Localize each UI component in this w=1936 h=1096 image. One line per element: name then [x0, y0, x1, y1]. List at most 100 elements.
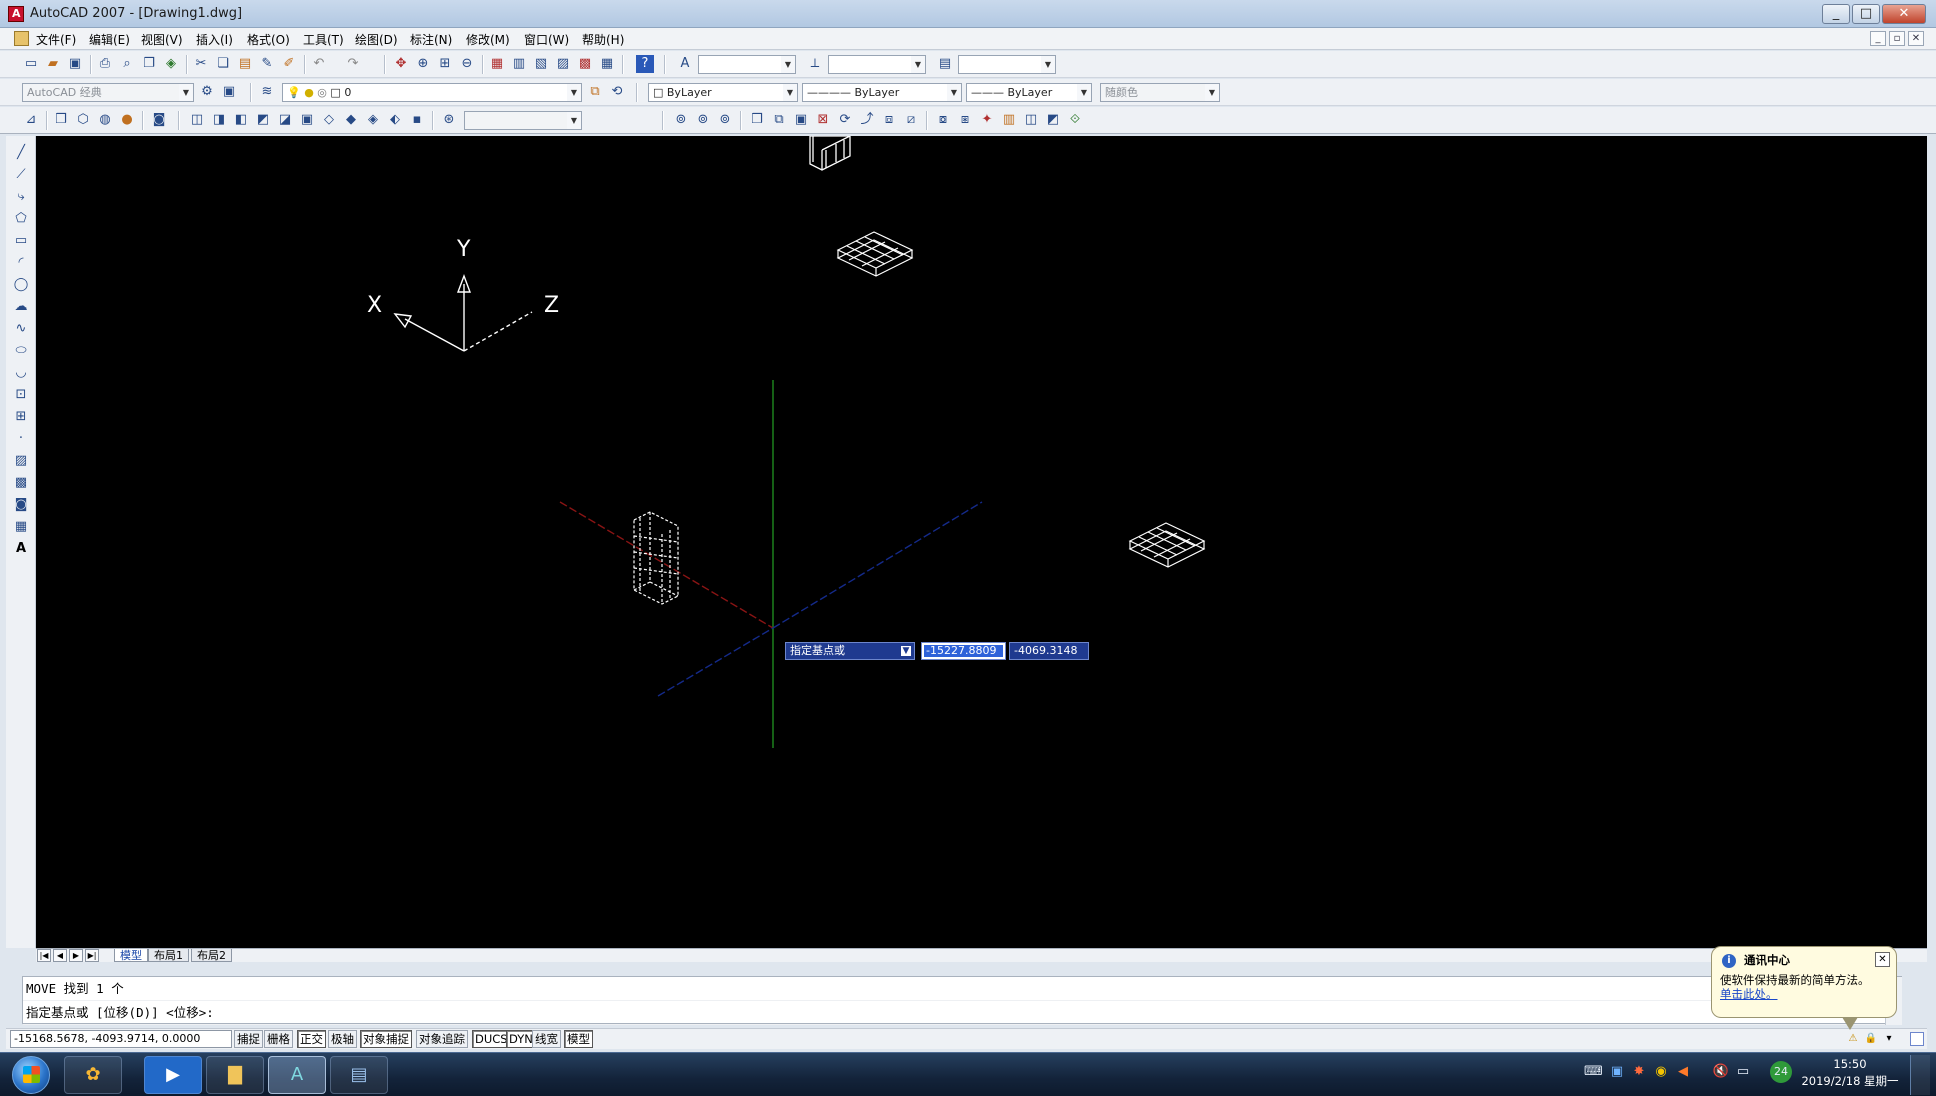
- doc-minimize-button[interactable]: _: [1870, 31, 1886, 46]
- section-plane-icon[interactable]: ◫: [1022, 111, 1040, 129]
- screen-icon[interactable]: ▣: [1608, 1063, 1626, 1081]
- osnap-toggle[interactable]: 对象捕捉: [360, 1030, 412, 1048]
- view-left-icon[interactable]: ◧: [232, 111, 250, 129]
- color-combo[interactable]: □ ByLayer ▼: [648, 83, 798, 102]
- menu-edit[interactable]: 编辑(E): [89, 31, 130, 48]
- ellipse-icon[interactable]: ⬭: [12, 342, 30, 360]
- free-orbit-icon[interactable]: ⊚: [694, 111, 712, 129]
- view-right-icon[interactable]: ◩: [254, 111, 272, 129]
- revision-cloud-icon[interactable]: ☁: [12, 298, 30, 316]
- table-icon[interactable]: ▦: [12, 518, 30, 536]
- tab-next-button[interactable]: ▶: [69, 949, 83, 962]
- text-style-icon[interactable]: A: [676, 55, 694, 73]
- ucs-icon[interactable]: ⊿: [22, 111, 40, 129]
- table-style-combo[interactable]: ▼: [958, 55, 1056, 74]
- orbit-icon[interactable]: ⊚: [672, 111, 690, 129]
- loft-icon[interactable]: ⧈: [880, 111, 898, 129]
- volume-muted-icon[interactable]: 🔇: [1712, 1063, 1730, 1081]
- new-icon[interactable]: ▭: [22, 55, 40, 73]
- layer-combo[interactable]: 💡 ● ◎ □ 0 ▼: [282, 83, 582, 102]
- input-method-icon[interactable]: ◀: [1674, 1063, 1692, 1081]
- publish-icon[interactable]: ❐: [140, 55, 158, 73]
- menu-tools[interactable]: 工具(T): [303, 31, 344, 48]
- lock-icon[interactable]: 🔒: [1864, 1032, 1878, 1046]
- make-block-icon[interactable]: ⊞: [12, 408, 30, 426]
- bubble-link[interactable]: 单击此处。: [1720, 987, 1888, 1001]
- document-icon[interactable]: [14, 31, 29, 46]
- image-viewer-icon[interactable]: ▤: [330, 1056, 388, 1094]
- named-views-icon[interactable]: ⊛: [440, 111, 458, 129]
- camera-icon[interactable]: ▪: [408, 111, 426, 129]
- dynamic-input-y-field[interactable]: -4069.3148: [1009, 642, 1089, 660]
- wedge-icon[interactable]: ⬡: [74, 111, 92, 129]
- gradient-icon[interactable]: ▩: [12, 474, 30, 492]
- model-toggle[interactable]: 模型: [564, 1030, 593, 1048]
- network-icon[interactable]: ▭: [1734, 1063, 1752, 1081]
- lineweight-combo[interactable]: ——— ByLayer ▼: [966, 83, 1092, 102]
- view-front-icon[interactable]: ◨: [210, 111, 228, 129]
- dynamic-input-options-icon[interactable]: ▼: [901, 646, 911, 656]
- linetype-combo[interactable]: ———— ByLayer ▼: [802, 83, 962, 102]
- workspace-combo[interactable]: AutoCAD 经典 ▼: [22, 83, 194, 102]
- 3d-move-icon[interactable]: ⧇: [934, 111, 952, 129]
- rectangle-icon[interactable]: ▭: [12, 232, 30, 250]
- flatshot-icon[interactable]: ◩: [1044, 111, 1062, 129]
- menu-modify[interactable]: 修改(M): [466, 31, 510, 48]
- save-icon[interactable]: ▣: [66, 55, 84, 73]
- cut-icon[interactable]: ✂: [192, 55, 210, 73]
- construction-line-icon[interactable]: ⟋: [12, 166, 30, 184]
- polar-toggle[interactable]: 极轴: [328, 1030, 357, 1048]
- drawing-canvas[interactable]: Y X Z 指定基点或 ▼ -15227.8809 -4069.3148: [36, 136, 1927, 948]
- 3d-array-icon[interactable]: ▥: [1000, 111, 1018, 129]
- tab-layout2[interactable]: 布局2: [191, 949, 232, 962]
- status-badge[interactable]: 24: [1770, 1061, 1792, 1083]
- show-desktop-button[interactable]: [1910, 1055, 1930, 1095]
- menu-format[interactable]: 格式(O): [247, 31, 290, 48]
- communication-center-icon[interactable]: ⚠: [1846, 1032, 1860, 1046]
- copy-icon[interactable]: ❏: [214, 55, 232, 73]
- menu-file[interactable]: 文件(F): [36, 31, 76, 48]
- polysolid-icon[interactable]: ❒: [748, 111, 766, 129]
- continuous-orbit-icon[interactable]: ⊚: [716, 111, 734, 129]
- close-button[interactable]: ✕: [1882, 4, 1926, 24]
- workspace-save-icon[interactable]: ▣: [220, 83, 238, 101]
- block-editor-icon[interactable]: ✐: [280, 55, 298, 73]
- plot-preview-icon[interactable]: ⌕: [118, 55, 136, 73]
- otrack-toggle[interactable]: 对象追踪: [416, 1030, 468, 1048]
- workspace-settings-icon[interactable]: ⚙: [198, 83, 216, 101]
- revolve-icon[interactable]: ⟳: [836, 111, 854, 129]
- dynamic-input-x-field[interactable]: -15227.8809: [921, 642, 1006, 660]
- keyboard-icon[interactable]: ⌨: [1584, 1063, 1603, 1081]
- sweep-icon[interactable]: ⤴: [858, 111, 876, 129]
- region-icon[interactable]: ◙: [12, 496, 30, 514]
- layer-previous-icon[interactable]: ⟲: [608, 83, 626, 101]
- bubble-close-button[interactable]: ✕: [1875, 952, 1890, 967]
- 3d-rotate-icon[interactable]: ⧆: [956, 111, 974, 129]
- view-nw-iso-icon[interactable]: ⬖: [386, 111, 404, 129]
- sheet-set-icon[interactable]: ▨: [554, 55, 572, 73]
- tab-last-button[interactable]: ▶|: [85, 949, 99, 962]
- arc-icon[interactable]: ◜: [12, 254, 30, 272]
- sun-properties-icon[interactable]: ⟐: [1066, 111, 1084, 129]
- start-button[interactable]: [12, 1056, 50, 1094]
- paste-icon[interactable]: ▤: [236, 55, 254, 73]
- tool-palettes-icon[interactable]: ▧: [532, 55, 550, 73]
- view-se-iso-icon[interactable]: ◆: [342, 111, 360, 129]
- status-menu-icon[interactable]: ▾: [1882, 1032, 1896, 1046]
- menu-draw[interactable]: 绘图(D): [355, 31, 398, 48]
- ellipse-arc-icon[interactable]: ◡: [12, 364, 30, 382]
- tab-first-button[interactable]: |◀: [37, 949, 51, 962]
- video-call-icon[interactable]: ▶: [144, 1056, 202, 1094]
- zoom-window-icon[interactable]: ⊞: [436, 55, 454, 73]
- tab-model[interactable]: 模型: [114, 949, 148, 962]
- polyline-icon[interactable]: ⤷: [12, 188, 30, 206]
- menu-insert[interactable]: 插入(I): [196, 31, 233, 48]
- spline-icon[interactable]: ∿: [12, 320, 30, 338]
- dim-style-combo[interactable]: ▼: [828, 55, 926, 74]
- tab-prev-button[interactable]: ◀: [53, 949, 67, 962]
- line-icon[interactable]: ╱: [12, 144, 30, 162]
- view-sw-iso-icon[interactable]: ◇: [320, 111, 338, 129]
- grid-toggle[interactable]: 栅格: [264, 1030, 293, 1048]
- subtract-icon[interactable]: ⊠: [814, 111, 832, 129]
- menu-view[interactable]: 视图(V): [141, 31, 183, 48]
